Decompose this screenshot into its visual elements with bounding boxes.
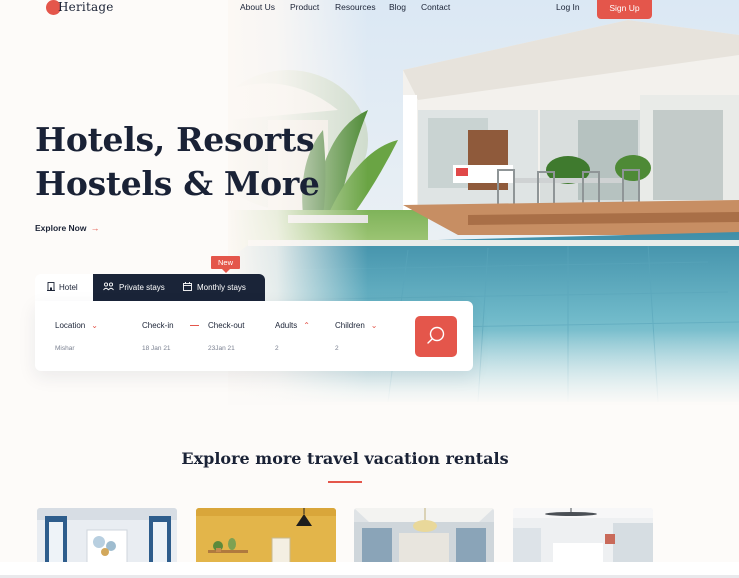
new-badge: New — [211, 256, 240, 273]
search-card: Location ⌄ Mishar Check-in 18 Jan 21 Che… — [35, 301, 473, 371]
adults-field[interactable]: Adults ⌃ — [275, 321, 310, 330]
rental-card[interactable] — [196, 508, 336, 563]
chevron-down-icon: ⌄ — [370, 320, 378, 330]
private-stays-icon — [103, 282, 114, 293]
tab-hotel-label: Hotel — [59, 283, 78, 292]
nav-about-us[interactable]: About Us — [240, 2, 275, 12]
chevron-up-icon: ⌃ — [303, 320, 310, 330]
adults-label: Adults — [275, 321, 298, 330]
children-field[interactable]: Children ⌄ — [335, 321, 378, 330]
hero-title-line-2: Hostels & More — [35, 164, 320, 203]
arrow-right-icon: → — [90, 223, 100, 233]
children-label: Children — [335, 321, 365, 330]
search-icon — [426, 325, 446, 348]
date-range-dash — [190, 325, 199, 326]
search-tabs: Hotel Private stays Monthly stays — [35, 274, 265, 301]
checkout-label: Check-out — [208, 321, 245, 330]
nav-blog[interactable]: Blog — [389, 2, 406, 12]
hotel-icon — [47, 282, 55, 293]
tab-hotel[interactable]: Hotel — [35, 274, 93, 301]
children-value[interactable]: 2 — [335, 345, 339, 352]
section-title: Explore more travel vacation rentals — [181, 449, 509, 468]
checkin-value[interactable]: 18 Jan 21 — [142, 345, 171, 352]
location-field[interactable]: Location ⌄ — [55, 321, 98, 330]
logo[interactable]: Heritage — [46, 0, 114, 16]
nav-product[interactable]: Product — [290, 2, 319, 12]
adults-value[interactable]: 2 — [275, 345, 279, 352]
explore-now-link[interactable]: Explore Now → — [35, 223, 99, 233]
tab-private-stays-label: Private stays — [119, 283, 165, 292]
rental-card[interactable] — [513, 508, 653, 563]
checkin-label: Check-in — [142, 321, 174, 330]
location-value[interactable]: Mishar — [55, 345, 75, 352]
checkin-field[interactable]: Check-in — [142, 321, 174, 330]
signup-button[interactable]: Sign Up — [597, 0, 652, 19]
tab-monthly-stays-label: Monthly stays — [197, 283, 246, 292]
rental-card[interactable] — [37, 508, 177, 563]
search-button[interactable] — [415, 316, 457, 357]
tab-private-stays[interactable]: Private stays — [93, 274, 175, 301]
tab-monthly-stays[interactable]: Monthly stays — [175, 274, 265, 301]
nav-contact[interactable]: Contact — [421, 2, 450, 12]
section-underline — [328, 481, 362, 483]
login-link[interactable]: Log In — [556, 2, 580, 12]
nav-resources[interactable]: Resources — [335, 2, 376, 12]
rental-card[interactable] — [354, 508, 494, 563]
hero-title-line-1: Hotels, Resorts — [35, 120, 315, 159]
hero-title: Hotels, Resorts Hostels & More — [35, 118, 335, 206]
calendar-icon — [183, 282, 192, 293]
chevron-down-icon: ⌄ — [91, 320, 98, 330]
logo-text: Heritage — [58, 0, 114, 14]
checkout-value[interactable]: 23Jan 21 — [208, 345, 235, 352]
page: Heritage About Us Product Resources Blog… — [0, 0, 739, 578]
location-label: Location — [55, 321, 86, 330]
checkout-field[interactable]: Check-out — [208, 321, 244, 330]
explore-now-label: Explore Now — [35, 223, 87, 233]
